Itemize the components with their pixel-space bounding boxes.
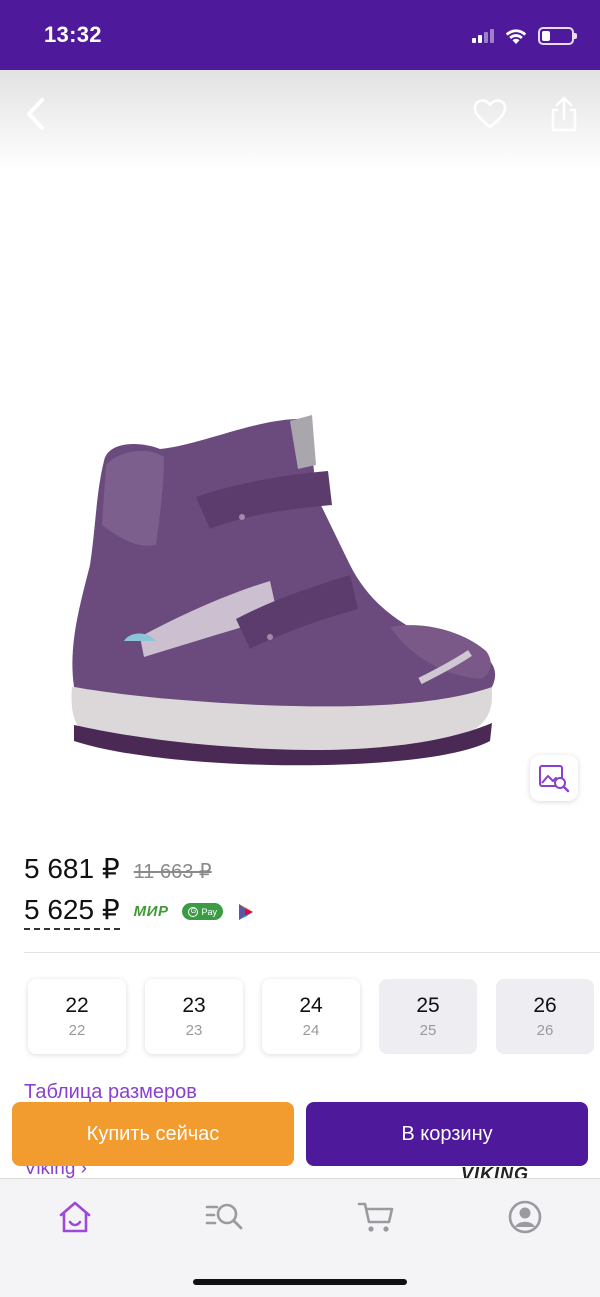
nav-profile[interactable] bbox=[505, 1197, 545, 1237]
size-option[interactable]: 23 23 bbox=[145, 979, 243, 1054]
size-value: 25 bbox=[416, 994, 440, 1017]
nav-home[interactable] bbox=[55, 1197, 95, 1237]
add-to-cart-button[interactable]: В корзину bbox=[306, 1102, 588, 1166]
divider bbox=[24, 952, 600, 953]
cellular-signal-icon bbox=[472, 29, 494, 43]
size-value: 24 bbox=[299, 994, 323, 1017]
chevron-left-icon bbox=[27, 98, 44, 130]
favorite-button[interactable] bbox=[468, 92, 512, 136]
status-icons bbox=[472, 25, 577, 47]
nav-catalog[interactable] bbox=[205, 1197, 245, 1237]
price-row: 5 681 ₽ 11 663 ₽ bbox=[24, 852, 584, 885]
gpay-g-icon: G bbox=[188, 906, 199, 917]
size-value: 22 bbox=[65, 994, 89, 1017]
image-search-icon bbox=[539, 765, 570, 793]
heart-icon bbox=[473, 99, 507, 129]
status-time: 13:32 bbox=[44, 22, 102, 47]
back-button[interactable] bbox=[14, 92, 58, 136]
card-price-row: 5 625 ₽ МИР G Pay bbox=[24, 893, 584, 930]
price-block: 5 681 ₽ 11 663 ₽ 5 625 ₽ МИР G Pay bbox=[24, 852, 584, 930]
card-price[interactable]: 5 625 ₽ bbox=[24, 893, 120, 930]
size-selector: 22 22 23 23 24 24 25 25 26 26 bbox=[28, 979, 594, 1054]
home-icon bbox=[59, 1201, 91, 1233]
sbp-icon bbox=[238, 903, 253, 920]
wifi-icon bbox=[505, 29, 527, 44]
battery-icon bbox=[538, 27, 577, 45]
home-indicator bbox=[193, 1279, 407, 1285]
action-buttons: Купить сейчас В корзину bbox=[12, 1102, 588, 1166]
size-table-link[interactable]: Таблица размеров bbox=[24, 1081, 197, 1104]
buy-now-button[interactable]: Купить сейчас bbox=[12, 1102, 294, 1166]
nav-cart[interactable] bbox=[356, 1197, 396, 1237]
size-subvalue: 26 bbox=[536, 1022, 554, 1039]
size-option[interactable]: 24 24 bbox=[262, 979, 360, 1054]
catalog-search-icon bbox=[205, 1203, 243, 1230]
product-image-area bbox=[0, 70, 600, 825]
product-photo-boot bbox=[71, 415, 496, 766]
size-value: 26 bbox=[533, 994, 557, 1017]
old-price: 11 663 ₽ bbox=[133, 861, 212, 883]
gpay-label: Pay bbox=[201, 906, 217, 917]
cart-icon bbox=[357, 1202, 394, 1232]
image-search-button[interactable] bbox=[530, 755, 578, 801]
size-value: 23 bbox=[182, 994, 206, 1017]
size-option[interactable]: 22 22 bbox=[28, 979, 126, 1054]
gpay-logo: G Pay bbox=[182, 903, 223, 920]
status-bar: 13:32 bbox=[0, 0, 600, 70]
size-subvalue: 24 bbox=[302, 1022, 320, 1039]
share-button[interactable] bbox=[542, 92, 586, 136]
size-option[interactable]: 25 25 bbox=[379, 979, 477, 1054]
size-option[interactable]: 26 26 bbox=[496, 979, 594, 1054]
size-subvalue: 23 bbox=[185, 1022, 203, 1039]
profile-icon bbox=[508, 1200, 542, 1234]
size-subvalue: 22 bbox=[68, 1022, 86, 1039]
share-icon bbox=[551, 96, 577, 132]
mir-logo: МИР bbox=[133, 903, 169, 920]
current-price: 5 681 ₽ bbox=[24, 853, 120, 884]
size-subvalue: 25 bbox=[419, 1022, 437, 1039]
